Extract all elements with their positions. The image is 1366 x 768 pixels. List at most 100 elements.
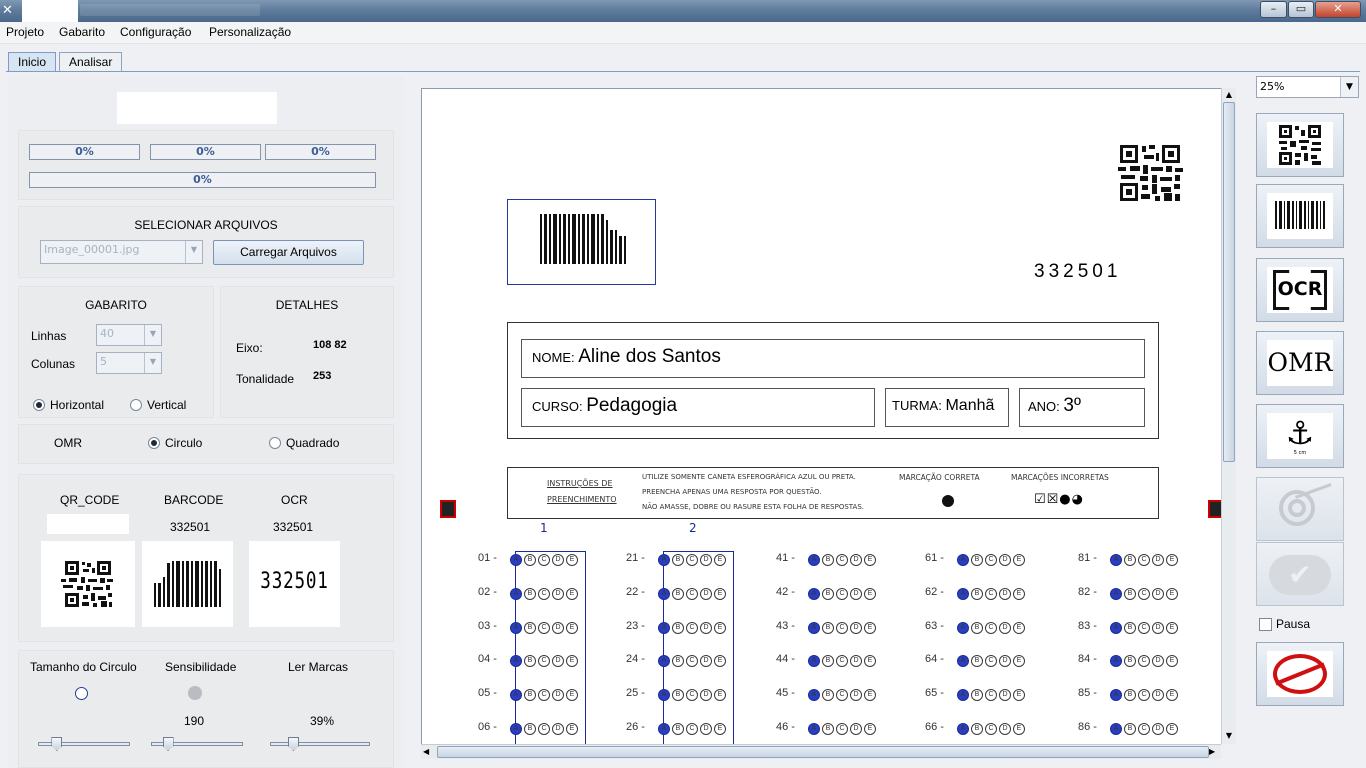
menu-projeto[interactable]: Projeto bbox=[6, 25, 44, 39]
answer-bubble: A bbox=[808, 622, 820, 634]
chevron-down-icon[interactable]: ▼ bbox=[1340, 77, 1358, 97]
chevron-down-icon[interactable]: ▼ bbox=[144, 325, 161, 345]
menu-personalizacao[interactable]: Personalização bbox=[209, 25, 291, 39]
vertical-radio[interactable] bbox=[130, 399, 142, 411]
answer-bubble: D bbox=[700, 554, 712, 566]
answer-bubble: A bbox=[510, 554, 522, 566]
vertical-scroll-thumb[interactable] bbox=[1223, 102, 1235, 462]
answer-row: 45 - ABCDE bbox=[776, 687, 878, 701]
anchor-button[interactable]: ⚓ 5 cm bbox=[1256, 404, 1344, 468]
scroll-right-icon[interactable]: ▶ bbox=[1209, 745, 1221, 759]
sensibilidade-value: 190 bbox=[184, 714, 205, 728]
tab-inicio[interactable]: Inicio bbox=[8, 52, 57, 72]
scroll-up-icon[interactable]: ▲ bbox=[1222, 88, 1236, 102]
answer-bubble: B bbox=[1124, 723, 1136, 735]
answer-bubble: B bbox=[1124, 655, 1136, 667]
menu-gabarito[interactable]: Gabarito bbox=[59, 25, 105, 39]
answer-bubble: E bbox=[566, 723, 578, 735]
answer-bubble: D bbox=[1152, 689, 1164, 701]
answer-bubble: A bbox=[1110, 689, 1122, 701]
answer-bubble: A bbox=[957, 723, 969, 735]
question-number: 42 - bbox=[776, 586, 795, 598]
answer-bubble: E bbox=[864, 689, 876, 701]
pausa-checkbox[interactable] bbox=[1259, 618, 1272, 631]
ocr-icon: OCR bbox=[1267, 267, 1333, 313]
answer-sheet-viewer[interactable]: 332501 NOME: Aline dos Santos CURSO: Ped… bbox=[421, 88, 1221, 744]
tab-analisar[interactable]: Analisar bbox=[59, 52, 123, 72]
question-number: 21 - bbox=[626, 552, 645, 564]
answer-bubble: C bbox=[836, 723, 848, 735]
answer-bubble: A bbox=[957, 655, 969, 667]
question-number: 81 - bbox=[1078, 552, 1097, 564]
answer-bubble: B bbox=[822, 689, 834, 701]
answer-bubble: D bbox=[700, 588, 712, 600]
minimize-button[interactable]: – bbox=[1260, 1, 1287, 18]
answer-bubble: A bbox=[808, 655, 820, 667]
read-barcode-button[interactable] bbox=[1256, 184, 1344, 248]
answer-bubble: B bbox=[1124, 554, 1136, 566]
window-title-blurred bbox=[80, 4, 260, 16]
horizontal-radio[interactable] bbox=[33, 399, 45, 411]
answer-row: 44 - ABCDE bbox=[776, 653, 878, 667]
question-number: 84 - bbox=[1078, 653, 1097, 665]
confirm-button[interactable]: ✔ bbox=[1256, 542, 1344, 606]
answer-bubble: E bbox=[714, 689, 726, 701]
linhas-select[interactable]: 40 ▼ bbox=[96, 324, 162, 346]
close-button[interactable]: ✕ bbox=[1315, 1, 1361, 18]
answer-bubble: C bbox=[686, 622, 698, 634]
check-icon: ✔ bbox=[1269, 555, 1331, 595]
horizontal-scroll-thumb[interactable] bbox=[437, 746, 1209, 758]
vertical-scrollbar[interactable]: ▲ ▼ bbox=[1221, 88, 1236, 744]
maximize-button[interactable]: ▭ bbox=[1288, 1, 1314, 18]
answer-bubble: D bbox=[1152, 655, 1164, 667]
answer-bubble: A bbox=[510, 622, 522, 634]
answer-bubble: D bbox=[552, 723, 564, 735]
answer-bubble: B bbox=[672, 554, 684, 566]
answer-row: 43 - ABCDE bbox=[776, 620, 878, 634]
pausa-label: Pausa bbox=[1276, 617, 1311, 631]
zoom-select[interactable]: 25% ▼ bbox=[1256, 76, 1359, 98]
stop-button[interactable] bbox=[1256, 642, 1344, 706]
circulo-radio[interactable] bbox=[148, 437, 160, 449]
horizontal-scrollbar[interactable]: ◀ ▶ bbox=[421, 744, 1221, 759]
answer-bubble: E bbox=[566, 554, 578, 566]
answer-row: 85 - ABCDE bbox=[1078, 687, 1180, 701]
answer-bubble: E bbox=[864, 622, 876, 634]
omr-icon: OMR bbox=[1267, 340, 1333, 386]
answer-bubble: C bbox=[836, 588, 848, 600]
load-files-button[interactable]: Carregar Arquivos bbox=[213, 240, 364, 265]
answer-bubble: B bbox=[524, 689, 536, 701]
ler-marcas-label: Ler Marcas bbox=[288, 660, 349, 674]
answer-row: 41 - ABCDE bbox=[776, 552, 878, 566]
menu-configuracao[interactable]: Configuração bbox=[120, 25, 191, 39]
answer-bubble: A bbox=[808, 554, 820, 566]
answer-row: 21 - ABCDE bbox=[626, 552, 728, 566]
answer-bubble: A bbox=[658, 723, 670, 735]
answer-bubble: E bbox=[1013, 554, 1025, 566]
ler-marcas-slider[interactable] bbox=[270, 742, 370, 746]
answer-bubble: C bbox=[985, 655, 997, 667]
answer-bubble: B bbox=[524, 655, 536, 667]
read-ocr-button[interactable]: OCR bbox=[1256, 258, 1344, 322]
question-number: 65 - bbox=[925, 687, 944, 699]
file-select[interactable]: Image_00001.jpg ▼ bbox=[40, 240, 203, 264]
read-qr-button[interactable] bbox=[1256, 113, 1344, 177]
scroll-left-icon[interactable]: ◀ bbox=[423, 745, 435, 759]
quadrado-radio[interactable] bbox=[269, 437, 281, 449]
scroll-down-icon[interactable]: ▼ bbox=[1222, 729, 1236, 743]
answer-bubble: E bbox=[714, 588, 726, 600]
answer-bubble: D bbox=[999, 554, 1011, 566]
answer-bubble: D bbox=[850, 622, 862, 634]
answer-bubble: B bbox=[971, 554, 983, 566]
answer-bubble: D bbox=[999, 723, 1011, 735]
chevron-down-icon[interactable]: ▼ bbox=[144, 353, 161, 373]
target-button[interactable] bbox=[1256, 477, 1344, 541]
read-omr-button[interactable]: OMR bbox=[1256, 331, 1344, 395]
ler-marcas-value: 39% bbox=[310, 714, 335, 728]
answer-bubble: B bbox=[822, 554, 834, 566]
colunas-value: 5 bbox=[100, 355, 107, 368]
answer-bubble: B bbox=[971, 655, 983, 667]
chevron-down-icon[interactable]: ▼ bbox=[185, 241, 202, 263]
colunas-select[interactable]: 5 ▼ bbox=[96, 352, 162, 374]
answer-bubble: B bbox=[672, 588, 684, 600]
